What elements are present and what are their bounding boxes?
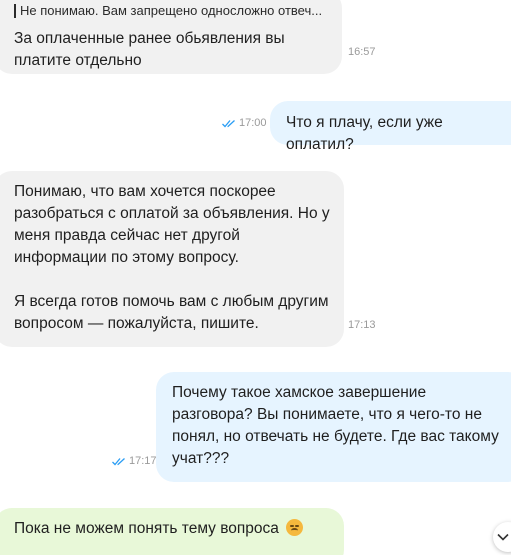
message-line: Я всегда готов помочь вам с любым другим (14, 293, 329, 310)
message-time: 17:17 (129, 455, 157, 467)
chat-thread: Не понимаю. Вам запрещено односложно отв… (0, 0, 511, 555)
double-check-icon (112, 457, 125, 465)
message-time: 17:00 (239, 117, 267, 129)
message-time: 16:57 (348, 46, 376, 58)
message-text: За оплаченные ранее обьявления вы платит… (14, 28, 330, 72)
scroll-down-button[interactable] (493, 522, 511, 552)
message-line: понял, но отвечать не будете. Где вас та… (172, 428, 499, 445)
message-line: учат??? (172, 450, 230, 467)
message-line: разговора? Вы понимаете, что я чего-то н… (172, 406, 482, 423)
message-line: За оплаченные ранее обьявления вы (14, 30, 285, 47)
quoted-reply[interactable]: Не понимаю. Вам запрещено односложно отв… (14, 0, 330, 22)
quote-marker (14, 4, 16, 18)
message-outgoing-2[interactable]: Почему такое хамское завершение разговор… (156, 372, 511, 482)
message-status: 17:00 (222, 117, 267, 129)
message-line: Почему такое хамское завершение (172, 384, 427, 401)
message-bot[interactable]: Пока не можем понять тему вопроса (0, 508, 344, 555)
message-text: Понимаю, что вам хочется поскорее разобр… (14, 181, 332, 335)
message-line: информации по этому вопросу. (14, 249, 239, 266)
message-status: 17:17 (112, 455, 157, 467)
message-text: Почему такое хамское завершение разговор… (172, 382, 510, 470)
message-line: вопросом — пожалуйста, пишите. (14, 315, 259, 332)
message-text: Пока не можем понять тему вопроса (14, 520, 279, 537)
chevron-down-icon (497, 533, 509, 541)
message-line: платите отдельно (14, 52, 142, 69)
message-outgoing-1[interactable]: Что я плачу, если уже оплатил? (270, 101, 511, 153)
message-incoming-2[interactable]: Понимаю, что вам хочется поскорее разобр… (0, 171, 344, 347)
message-line: меня правда сейчас нет другой (14, 227, 240, 244)
message-text: Что я плачу, если уже оплатил? (286, 114, 443, 153)
message-line: Понимаю, что вам хочется поскорее (14, 183, 276, 200)
quoted-text: Не понимаю. Вам запрещено односложно отв… (20, 3, 323, 18)
message-time: 17:13 (348, 319, 376, 331)
double-check-icon (222, 119, 235, 127)
message-line: разобраться с оплатой за объявления. Но … (14, 205, 330, 222)
message-incoming-1[interactable]: Не понимаю. Вам запрещено односложно отв… (0, 0, 342, 74)
sad-face-emoji-icon (286, 519, 304, 536)
